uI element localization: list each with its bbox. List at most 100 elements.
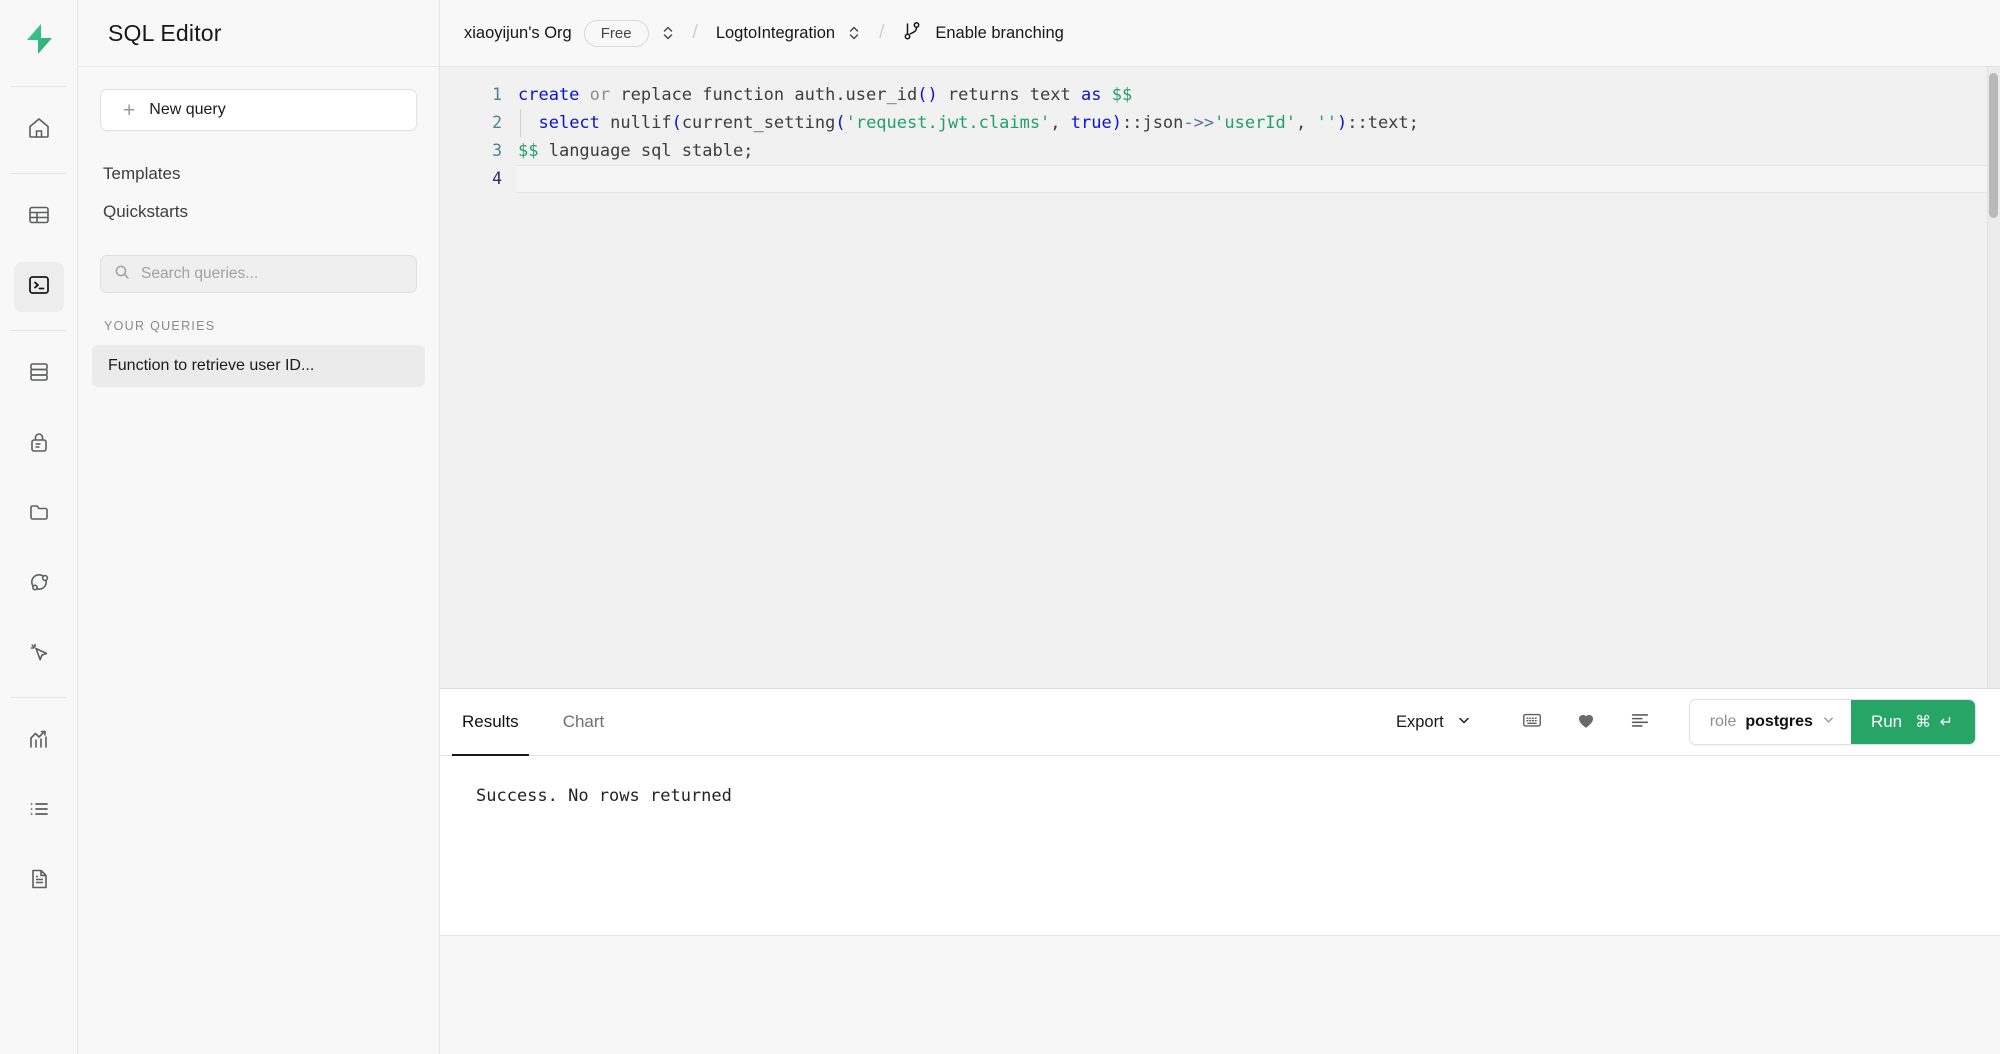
sql-editor-icon	[27, 273, 51, 302]
database-icon	[27, 360, 51, 389]
project-name: LogtoIntegration	[716, 24, 835, 43]
sidebar-item-authentication[interactable]	[14, 419, 64, 469]
realtime-cursor-icon	[27, 640, 51, 669]
sidebar-item-storage[interactable]	[14, 489, 64, 539]
logs-list-icon	[27, 797, 51, 826]
export-label: Export	[1396, 713, 1444, 732]
sql-editor-app: SQL Editor + New query Templates Quickst…	[0, 0, 2000, 1054]
link-templates[interactable]: Templates	[100, 155, 417, 193]
home-icon	[27, 116, 51, 145]
sql-code-editor[interactable]: 1 2 3 4 create or replace function auth.…	[440, 67, 2000, 688]
list-item[interactable]: Function to retrieve user ID...	[92, 345, 425, 387]
sidebar-item-database[interactable]	[14, 349, 64, 399]
plus-icon: +	[123, 100, 135, 121]
favorite-query-button[interactable]	[1567, 703, 1605, 741]
link-quickstarts[interactable]: Quickstarts	[100, 193, 417, 231]
search-input[interactable]	[141, 265, 403, 283]
code-token: $$	[518, 141, 538, 161]
role-value: postgres	[1745, 713, 1813, 731]
keyboard-shortcuts-icon	[1521, 709, 1543, 736]
code-token: select	[538, 113, 599, 133]
rail-divider	[11, 330, 67, 331]
code-token: (	[835, 113, 845, 133]
sidebar-item-realtime[interactable]	[14, 629, 64, 679]
code-token: or	[590, 85, 610, 105]
sidebar-item-sql-editor[interactable]	[14, 262, 64, 312]
sidebar-item-reports[interactable]	[14, 716, 64, 766]
code-line: select nullif(current_setting('request.j…	[516, 109, 2000, 137]
new-query-label: New query	[149, 101, 225, 119]
code-line	[516, 165, 2000, 193]
project-breadcrumb[interactable]: LogtoIntegration	[716, 24, 861, 43]
line-number: 1	[440, 81, 516, 109]
role-label: role	[1710, 713, 1737, 731]
api-docs-icon	[27, 867, 51, 896]
sql-editor-panel: SQL Editor + New query Templates Quickst…	[78, 0, 440, 1054]
code-token	[518, 113, 538, 133]
sidebar-item-edge-functions[interactable]	[14, 559, 64, 609]
code-token: ->>	[1183, 113, 1214, 133]
panel-links: Templates Quickstarts	[100, 155, 417, 231]
enable-branching-label: Enable branching	[935, 24, 1063, 43]
heart-favorite-icon	[1575, 709, 1597, 736]
code-line: create or replace function auth.user_id(…	[516, 81, 2000, 109]
panel-header: SQL Editor	[78, 0, 439, 67]
keyboard-shortcuts-button[interactable]	[1513, 703, 1551, 741]
export-button[interactable]: Export	[1396, 713, 1471, 732]
code-content[interactable]: create or replace function auth.user_id(…	[516, 67, 2000, 688]
code-token: create	[518, 85, 579, 105]
code-token: 'userId'	[1214, 113, 1296, 133]
line-number-gutter: 1 2 3 4	[440, 67, 516, 688]
code-token: current_setting	[682, 113, 836, 133]
enable-branching-button[interactable]: Enable branching	[902, 20, 1063, 47]
code-token: ::json	[1122, 113, 1183, 133]
sidebar-item-logs[interactable]	[14, 786, 64, 836]
chevron-down-icon	[1457, 713, 1471, 732]
editor-scrollbar-thumb[interactable]	[1989, 73, 1998, 218]
results-empty-area	[440, 936, 2000, 1054]
run-button[interactable]: Run ⌘ ↵	[1851, 700, 1975, 744]
rail-divider	[11, 86, 67, 87]
sidebar-item-home[interactable]	[14, 105, 64, 155]
breadcrumb: xiaoyijun's Org Free / LogtoIntegration …	[440, 0, 2000, 67]
chevron-up-down-icon[interactable]	[661, 24, 675, 42]
format-sql-icon	[1629, 709, 1651, 736]
results-toolbar: Results Chart Export	[440, 689, 2000, 756]
reports-chart-icon	[27, 727, 51, 756]
line-number: 4	[440, 165, 516, 193]
supabase-logo[interactable]	[14, 14, 64, 64]
format-sql-button[interactable]	[1621, 703, 1659, 741]
sidebar-item-api-docs[interactable]	[14, 856, 64, 906]
run-shortcut: ⌘ ↵	[1915, 712, 1955, 732]
search-icon	[114, 264, 130, 285]
run-label: Run	[1871, 712, 1902, 732]
code-token: ::text;	[1347, 113, 1419, 133]
org-breadcrumb[interactable]: xiaoyijun's Org Free	[464, 20, 675, 47]
tab-chart[interactable]: Chart	[541, 689, 627, 755]
rail-divider	[11, 697, 67, 698]
code-token: ()	[917, 85, 937, 105]
authentication-lock-icon	[27, 430, 51, 459]
chevron-up-down-icon[interactable]	[847, 24, 861, 42]
tab-results[interactable]: Results	[440, 689, 541, 755]
sidebar-item-table-editor[interactable]	[14, 192, 64, 242]
code-token: 'request.jwt.claims'	[846, 113, 1051, 133]
code-token: returns text	[938, 85, 1081, 105]
code-token	[1101, 85, 1111, 105]
main-area: xiaoyijun's Org Free / LogtoIntegration …	[440, 0, 2000, 1054]
role-selector[interactable]: role postgres	[1690, 700, 1851, 744]
your-queries-list: Function to retrieve user ID...	[92, 345, 425, 387]
search-queries-field[interactable]	[100, 255, 417, 293]
breadcrumb-separator: /	[879, 22, 884, 44]
plan-badge[interactable]: Free	[584, 20, 649, 47]
code-token: )	[1112, 113, 1122, 133]
results-message: Success. No rows returned	[440, 756, 2000, 936]
code-token: )	[1337, 113, 1347, 133]
page-title: SQL Editor	[108, 20, 222, 47]
code-token: ,	[1296, 113, 1316, 133]
panel-body: + New query Templates Quickstarts YOUR Q…	[78, 67, 439, 387]
new-query-button[interactable]: + New query	[100, 89, 417, 131]
code-token: as	[1081, 85, 1101, 105]
role-and-run-group: role postgres Run ⌘ ↵	[1689, 699, 1976, 745]
editor-scrollbar-track[interactable]	[1987, 67, 2000, 688]
